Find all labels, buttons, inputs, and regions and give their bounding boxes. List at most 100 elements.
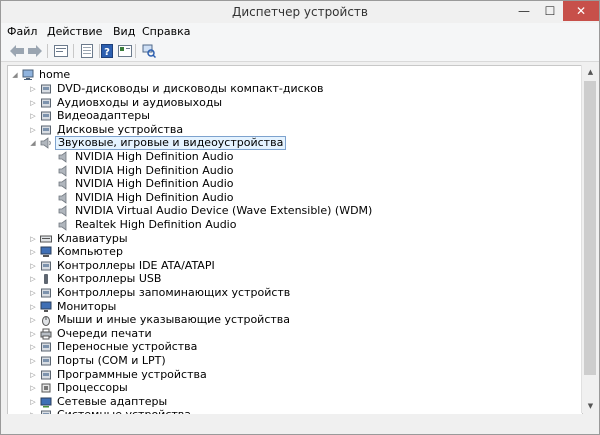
expand-arrow-icon[interactable]: ▷ — [28, 82, 38, 96]
svg-text:?: ? — [104, 47, 110, 58]
collapse-arrow-icon[interactable]: ◢ — [28, 136, 38, 150]
tree-root-label: home — [39, 68, 71, 81]
scroll-down-arrow[interactable]: ▼ — [582, 399, 599, 413]
tree-device-item[interactable]: NVIDIA High Definition Audio — [46, 191, 236, 205]
selected-tree-label: Звуковые, игровые и видеоустройства — [55, 136, 287, 150]
menu-file[interactable]: Файл — [7, 25, 37, 38]
tree-item-label: Видеоадаптеры — [57, 109, 150, 122]
tree-category-item[interactable]: ▷ Клавиатуры — [28, 232, 130, 246]
forward-icon[interactable] — [27, 43, 43, 59]
tree-item-label: Программные устройства — [57, 368, 207, 381]
back-icon[interactable] — [9, 43, 25, 59]
tree-item-label: NVIDIA High Definition Audio — [75, 150, 234, 163]
audio-io-icon — [40, 97, 52, 109]
speaker-icon — [58, 178, 70, 190]
toolbar: ? — [1, 41, 599, 62]
software-device-icon — [40, 369, 52, 381]
expand-arrow-icon[interactable]: ▷ — [28, 272, 38, 286]
tree-device-item[interactable]: NVIDIA High Definition Audio — [46, 164, 236, 178]
scroll-up-arrow[interactable]: ▲ — [582, 65, 599, 79]
tree-category-item[interactable]: ▷ Программные устройства — [28, 368, 209, 382]
expand-arrow-icon[interactable]: ▷ — [28, 245, 38, 259]
network-adapter-icon — [40, 396, 52, 408]
tree-device-item[interactable]: NVIDIA Virtual Audio Device (Wave Extens… — [46, 204, 374, 218]
device-tree[interactable]: ◢ home ▷ DVD-дисководы и дисководы компак… — [7, 65, 583, 415]
expand-arrow-icon[interactable]: ▷ — [28, 300, 38, 314]
collapse-arrow-icon[interactable]: ◢ — [10, 68, 20, 82]
tree-item-label: Контроллеры запоминающих устройств — [57, 286, 291, 299]
sheet-icon[interactable] — [79, 43, 95, 59]
tree-item-label: Компьютер — [57, 245, 123, 258]
tree-item-label: Контроллеры IDE ATA/ATAPI — [57, 259, 215, 272]
help-icon[interactable]: ? — [99, 43, 115, 59]
tree-category-item[interactable]: ▷ Контроллеры USB — [28, 272, 163, 286]
toolbar-separator — [135, 44, 136, 58]
ide-controller-icon — [40, 260, 52, 272]
tree-device-item[interactable]: NVIDIA High Definition Audio — [46, 150, 236, 164]
computer-icon — [22, 69, 34, 81]
tree-category-item[interactable]: ▷ Очереди печати — [28, 327, 154, 341]
tree-item-label: Очереди печати — [57, 327, 152, 340]
scroll-thumb[interactable] — [584, 81, 596, 375]
tree-item-label: DVD-дисководы и дисководы компакт-дисков — [57, 82, 324, 95]
expand-arrow-icon[interactable]: ▷ — [28, 354, 38, 368]
expand-arrow-icon[interactable]: ▷ — [28, 109, 38, 123]
tree-category-item[interactable]: ▷ Аудиовходы и аудиовыходы — [28, 96, 224, 110]
tree-category-item[interactable]: ▷ Мыши и иные указывающие устройства — [28, 313, 292, 327]
tree-category-item[interactable]: ◢ Звуковые, игровые и видеоустройства — [28, 136, 287, 150]
tree-category-item[interactable]: ▷ Порты (COM и LPT) — [28, 354, 168, 368]
expand-arrow-icon[interactable]: ▷ — [28, 313, 38, 327]
tree-item-label: Аудиовходы и аудиовыходы — [57, 96, 223, 109]
expand-arrow-icon[interactable]: ▷ — [28, 286, 38, 300]
expand-arrow-icon[interactable]: ▷ — [28, 123, 38, 137]
expand-arrow-icon[interactable]: ▷ — [28, 340, 38, 354]
scan-hardware-icon[interactable] — [141, 43, 157, 59]
tree-category-item[interactable]: ▷ Сетевые адаптеры — [28, 395, 169, 409]
title-bar[interactable]: Диспетчер устройств — ☐ ✕ — [1, 1, 599, 23]
tree-category-item[interactable]: ▷ Контроллеры IDE ATA/ATAPI — [28, 259, 217, 273]
tree-item-label: Мыши и иные указывающие устройства — [57, 313, 291, 326]
expand-arrow-icon[interactable]: ▷ — [28, 259, 38, 273]
printer-icon — [40, 328, 52, 340]
tree-category-item[interactable]: ▷ Видеоадаптеры — [28, 109, 152, 123]
menu-view[interactable]: Вид — [113, 25, 135, 38]
tree-category-item[interactable]: ▷ Процессоры — [28, 381, 130, 395]
tree-category-item[interactable]: ▷ Контроллеры запоминающих устройств — [28, 286, 292, 300]
tree-item-label: NVIDIA Virtual Audio Device (Wave Extens… — [75, 204, 373, 217]
tree-category-item[interactable]: ▷ DVD-дисководы и дисководы компакт-диско… — [28, 82, 326, 96]
menu-action[interactable]: Действие — [47, 25, 102, 38]
expand-arrow-icon[interactable]: ▷ — [28, 368, 38, 382]
tree-category-item[interactable]: ▷ Мониторы — [28, 300, 118, 314]
expand-arrow-icon[interactable]: ▷ — [28, 327, 38, 341]
maximize-button[interactable]: ☐ — [537, 1, 563, 21]
tree-item-label: Клавиатуры — [57, 232, 128, 245]
tree-device-item[interactable]: NVIDIA High Definition Audio — [46, 177, 236, 191]
minimize-button[interactable]: — — [511, 1, 537, 21]
tree-category-item[interactable]: ▷ Дисковые устройства — [28, 123, 185, 137]
tree-category-item[interactable]: ▷ Компьютер — [28, 245, 125, 259]
tree-category-item[interactable]: ▷ Переносные устройства — [28, 340, 199, 354]
menu-help[interactable]: Справка — [142, 25, 190, 38]
tree-device-item[interactable]: Realtek High Definition Audio — [46, 218, 238, 232]
vertical-scrollbar[interactable]: ▲ ▼ — [581, 65, 599, 413]
tree-item-label: Процессоры — [57, 381, 128, 394]
menu-bar: Файл Действие Вид Справка — [1, 23, 599, 41]
close-button[interactable]: ✕ — [563, 1, 599, 21]
tree-root[interactable]: ◢ home — [10, 68, 72, 82]
view-icon[interactable] — [117, 43, 133, 59]
window-title: Диспетчер устройств — [231, 5, 368, 19]
expand-arrow-icon[interactable]: ▷ — [28, 232, 38, 246]
tree-item-label: Переносные устройства — [57, 340, 198, 353]
expand-arrow-icon[interactable]: ▷ — [28, 381, 38, 395]
speaker-icon — [58, 192, 70, 204]
expand-arrow-icon[interactable]: ▷ — [28, 395, 38, 409]
properties-icon[interactable] — [53, 43, 69, 59]
expand-arrow-icon[interactable]: ▷ — [28, 96, 38, 110]
speaker-icon — [58, 219, 70, 231]
tree-item-label: Контроллеры USB — [57, 272, 162, 285]
